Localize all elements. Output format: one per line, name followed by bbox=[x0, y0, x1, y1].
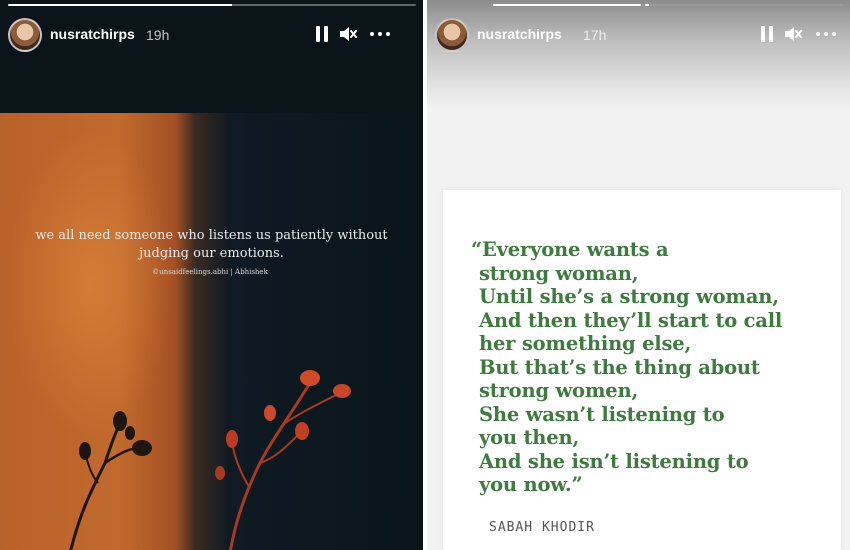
story-quote: “Everyone wants a strong woman, Until she’… bbox=[471, 238, 829, 497]
story-quote: we all need someone who listens us patie… bbox=[35, 228, 388, 261]
pause-icon[interactable] bbox=[755, 22, 779, 46]
story-header: nusratchirps 17h bbox=[427, 12, 850, 58]
quote-line: She wasn’t listening to bbox=[479, 402, 725, 426]
progress-fill bbox=[8, 4, 233, 6]
story-header: nusratchirps 19h bbox=[0, 12, 423, 58]
username[interactable]: nusratchirps bbox=[477, 26, 562, 42]
story-right[interactable]: nusratchirps 17h “Everyone wants a strong… bbox=[427, 0, 850, 550]
progress-bar bbox=[8, 4, 416, 6]
progress-bar bbox=[645, 4, 843, 6]
mute-icon[interactable] bbox=[781, 22, 805, 46]
quote-line: But that’s the thing about bbox=[479, 355, 760, 379]
quote-line: And then they’ll start to call bbox=[479, 308, 783, 332]
quote-author: SABAH KHODIR bbox=[489, 520, 595, 535]
quote-line: And she isn’t listening to bbox=[479, 449, 749, 473]
quote-credit: ©unsaidfeelings.abhi | Abhishek bbox=[152, 268, 268, 276]
story-photo: we all need someone who listens us patie… bbox=[0, 113, 423, 550]
flower-branch-image bbox=[69, 370, 351, 550]
progress-fill bbox=[645, 4, 649, 6]
pause-icon[interactable] bbox=[310, 22, 334, 46]
timestamp: 17h bbox=[583, 27, 607, 43]
progress-bar bbox=[493, 4, 641, 6]
quote-line: strong women, bbox=[479, 379, 639, 402]
quote-line: you then, bbox=[479, 426, 580, 449]
progress-fill bbox=[493, 4, 641, 6]
avatar[interactable] bbox=[435, 18, 469, 52]
username[interactable]: nusratchirps bbox=[50, 26, 135, 42]
avatar[interactable] bbox=[8, 18, 42, 52]
more-icon[interactable] bbox=[812, 22, 840, 46]
story-left[interactable]: nusratchirps 19h we all need someone who… bbox=[0, 0, 423, 550]
quote-card: “Everyone wants a strong woman, Until she’… bbox=[443, 190, 841, 550]
quote-line: you now.” bbox=[479, 473, 583, 496]
quote-line: strong woman, bbox=[479, 261, 639, 285]
quote-line: her something else, bbox=[479, 332, 692, 355]
mute-icon[interactable] bbox=[336, 22, 360, 46]
quote-line: Until she’s a strong woman, bbox=[479, 285, 779, 308]
quote-line: “Everyone wants a bbox=[471, 238, 669, 261]
timestamp: 19h bbox=[146, 27, 170, 43]
more-icon[interactable] bbox=[366, 22, 394, 46]
